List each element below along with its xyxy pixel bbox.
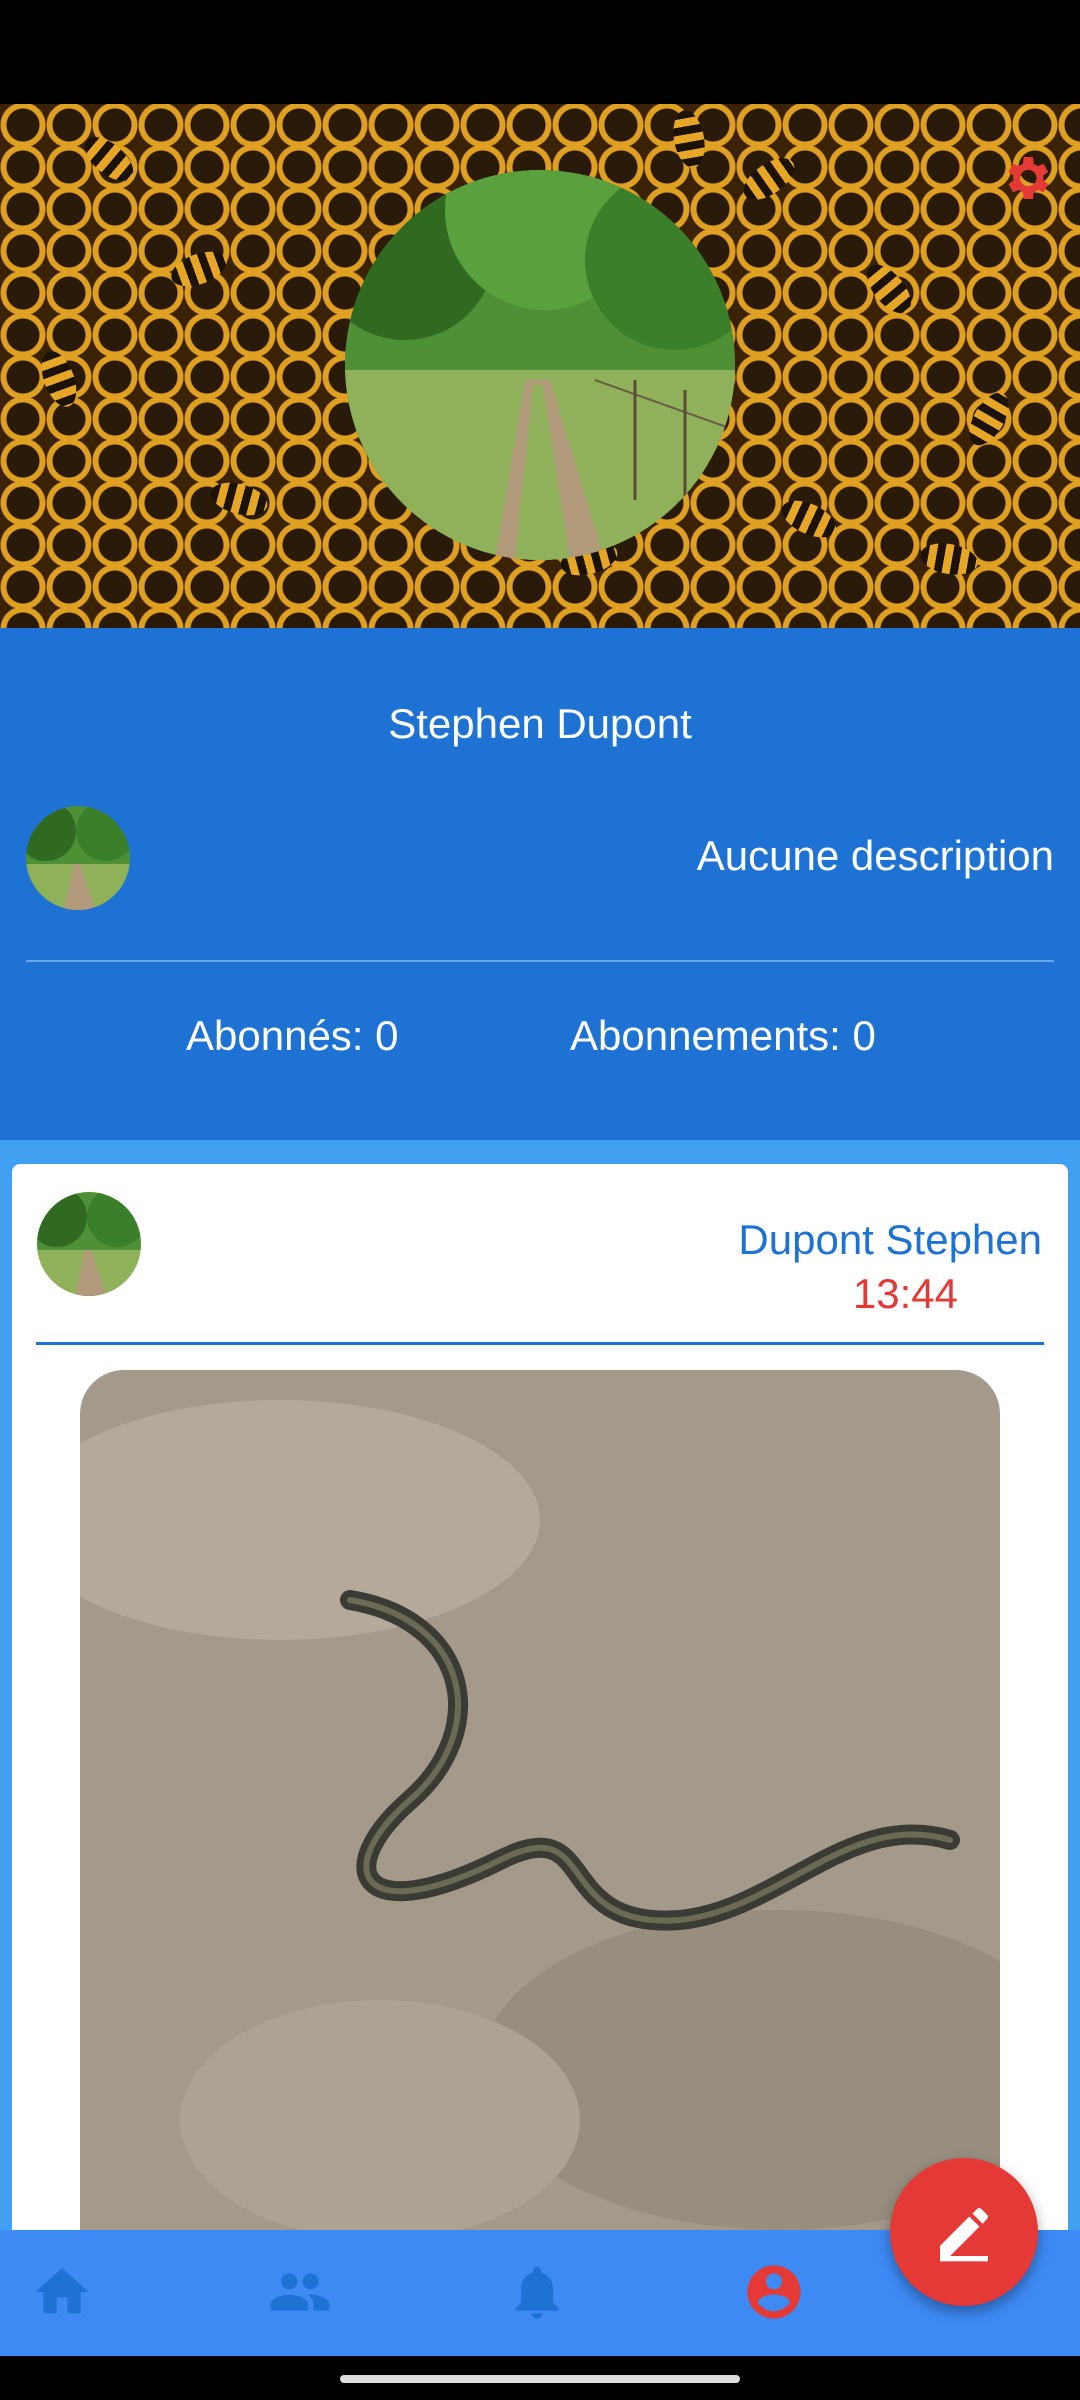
compose-post-button[interactable] bbox=[890, 2158, 1038, 2306]
followers-count[interactable]: Abonnés: 0 bbox=[186, 1012, 399, 1060]
profile-avatar-small[interactable] bbox=[26, 806, 130, 910]
post-time: 13:44 bbox=[852, 1270, 958, 1317]
home-icon[interactable] bbox=[30, 2260, 94, 2324]
account-circle-icon[interactable] bbox=[742, 2260, 806, 2324]
post-author-name[interactable]: Dupont Stephen bbox=[738, 1216, 1042, 1264]
header-divider bbox=[26, 960, 1054, 962]
home-gesture-bar[interactable] bbox=[340, 2375, 740, 2383]
status-bar bbox=[0, 0, 1080, 104]
gear-icon[interactable] bbox=[998, 150, 1054, 206]
profile-avatar-large[interactable] bbox=[345, 170, 735, 560]
post-author-avatar[interactable] bbox=[37, 1192, 141, 1296]
post-card[interactable]: Dupont Stephen 13:44 bbox=[12, 1164, 1068, 2230]
post-image[interactable] bbox=[80, 1370, 1000, 2230]
following-count[interactable]: Abonnements: 0 bbox=[570, 1012, 876, 1060]
profile-name: Stephen Dupont bbox=[388, 700, 692, 747]
people-icon[interactable] bbox=[268, 2260, 332, 2324]
post-feed: Dupont Stephen 13:44 bbox=[0, 1140, 1080, 2230]
post-divider bbox=[36, 1342, 1044, 1345]
profile-description: Aucune description bbox=[696, 832, 1054, 879]
bell-icon[interactable] bbox=[505, 2260, 569, 2324]
edit-icon bbox=[940, 2208, 988, 2262]
